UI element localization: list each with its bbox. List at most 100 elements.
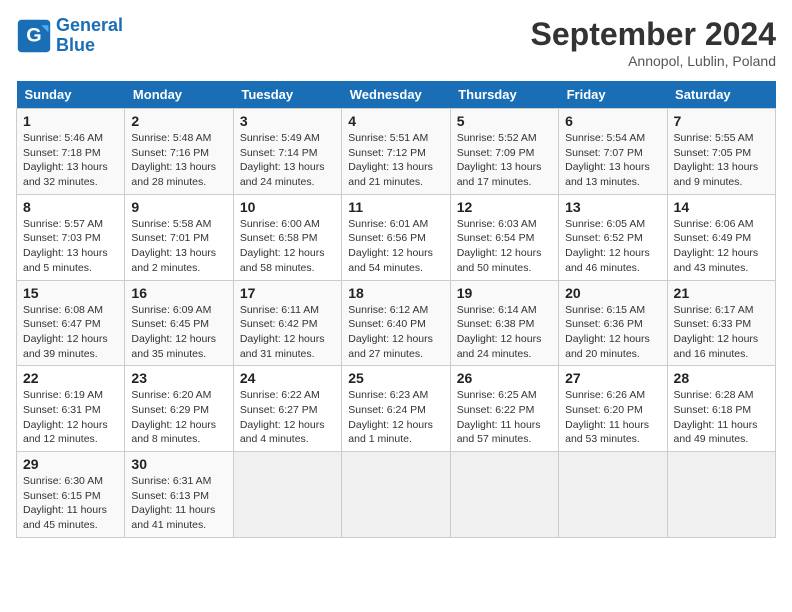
day-number: 15 bbox=[23, 285, 118, 301]
calendar-cell: 14Sunrise: 6:06 AM Sunset: 6:49 PM Dayli… bbox=[667, 194, 775, 280]
day-info: Sunrise: 6:05 AM Sunset: 6:52 PM Dayligh… bbox=[565, 217, 660, 276]
col-thursday: Thursday bbox=[450, 81, 558, 109]
day-info: Sunrise: 6:20 AM Sunset: 6:29 PM Dayligh… bbox=[131, 388, 226, 447]
day-info: Sunrise: 6:15 AM Sunset: 6:36 PM Dayligh… bbox=[565, 303, 660, 362]
day-number: 29 bbox=[23, 456, 118, 472]
calendar-cell: 19 Sunrise: 6:14 AM Sunset: 6:38 PM Dayli… bbox=[450, 280, 558, 366]
day-number: 14 bbox=[674, 199, 769, 215]
calendar-week-row: 15 Sunrise: 6:08 AM Sunset: 6:47 PM Dayli… bbox=[17, 280, 776, 366]
calendar-cell: 24 Sunrise: 6:22 AM Sunset: 6:27 PM Dayli… bbox=[233, 366, 341, 452]
day-info: Sunrise: 5:55 AM Sunset: 7:05 PM Dayligh… bbox=[674, 131, 769, 190]
day-info: Sunrise: 5:46 AM Sunset: 7:18 PM Dayligh… bbox=[23, 131, 118, 190]
day-number: 3 bbox=[240, 113, 335, 129]
calendar-cell: 28 Sunrise: 6:28 AM Sunset: 6:18 PM Dayli… bbox=[667, 366, 775, 452]
calendar-week-row: 1 Sunrise: 5:46 AM Sunset: 7:18 PM Daylig… bbox=[17, 109, 776, 195]
day-number: 1 bbox=[23, 113, 118, 129]
day-number: 28 bbox=[674, 370, 769, 386]
day-info: Sunrise: 6:28 AM Sunset: 6:18 PM Dayligh… bbox=[674, 388, 769, 447]
day-number: 11 bbox=[348, 199, 443, 215]
col-saturday: Saturday bbox=[667, 81, 775, 109]
logo-icon: G bbox=[16, 18, 52, 54]
day-number: 16 bbox=[131, 285, 226, 301]
day-number: 10 bbox=[240, 199, 335, 215]
calendar-week-row: 8 Sunrise: 5:57 AM Sunset: 7:03 PM Daylig… bbox=[17, 194, 776, 280]
calendar-cell bbox=[559, 452, 667, 538]
col-sunday: Sunday bbox=[17, 81, 125, 109]
calendar-cell: 3 Sunrise: 5:49 AM Sunset: 7:14 PM Daylig… bbox=[233, 109, 341, 195]
calendar-cell: 16 Sunrise: 6:09 AM Sunset: 6:45 PM Dayli… bbox=[125, 280, 233, 366]
day-info: Sunrise: 5:57 AM Sunset: 7:03 PM Dayligh… bbox=[23, 217, 118, 276]
calendar-cell: 13 Sunrise: 6:05 AM Sunset: 6:52 PM Dayli… bbox=[559, 194, 667, 280]
calendar-cell: 11 Sunrise: 6:01 AM Sunset: 6:56 PM Dayli… bbox=[342, 194, 450, 280]
day-number: 24 bbox=[240, 370, 335, 386]
day-info: Sunrise: 5:58 AM Sunset: 7:01 PM Dayligh… bbox=[131, 217, 226, 276]
day-info: Sunrise: 6:01 AM Sunset: 6:56 PM Dayligh… bbox=[348, 217, 443, 276]
logo-line2: Blue bbox=[56, 35, 95, 55]
day-info: Sunrise: 5:52 AM Sunset: 7:09 PM Dayligh… bbox=[457, 131, 552, 190]
day-number: 2 bbox=[131, 113, 226, 129]
day-number: 25 bbox=[348, 370, 443, 386]
calendar-week-row: 29 Sunrise: 6:30 AM Sunset: 6:15 PM Dayli… bbox=[17, 452, 776, 538]
calendar-cell: 4 Sunrise: 5:51 AM Sunset: 7:12 PM Daylig… bbox=[342, 109, 450, 195]
calendar-cell bbox=[342, 452, 450, 538]
day-number: 27 bbox=[565, 370, 660, 386]
calendar-cell: 26Sunrise: 6:25 AM Sunset: 6:22 PM Dayli… bbox=[450, 366, 558, 452]
day-number: 20 bbox=[565, 285, 660, 301]
day-number: 13 bbox=[565, 199, 660, 215]
calendar-cell: 5 Sunrise: 5:52 AM Sunset: 7:09 PM Daylig… bbox=[450, 109, 558, 195]
calendar-week-row: 22 Sunrise: 6:19 AM Sunset: 6:31 PM Dayli… bbox=[17, 366, 776, 452]
day-info: Sunrise: 6:14 AM Sunset: 6:38 PM Dayligh… bbox=[457, 303, 552, 362]
day-info: Sunrise: 6:17 AM Sunset: 6:33 PM Dayligh… bbox=[674, 303, 769, 362]
calendar-header-row: Sunday Monday Tuesday Wednesday Thursday… bbox=[17, 81, 776, 109]
calendar-cell: 15 Sunrise: 6:08 AM Sunset: 6:47 PM Dayli… bbox=[17, 280, 125, 366]
day-number: 21 bbox=[674, 285, 769, 301]
svg-text:G: G bbox=[26, 24, 41, 46]
title-block: September 2024 Annopol, Lublin, Poland bbox=[531, 16, 776, 69]
day-info: Sunrise: 6:11 AM Sunset: 6:42 PM Dayligh… bbox=[240, 303, 335, 362]
calendar-table: Sunday Monday Tuesday Wednesday Thursday… bbox=[16, 81, 776, 538]
day-number: 30 bbox=[131, 456, 226, 472]
day-info: Sunrise: 6:22 AM Sunset: 6:27 PM Dayligh… bbox=[240, 388, 335, 447]
calendar-cell bbox=[450, 452, 558, 538]
day-info: Sunrise: 6:08 AM Sunset: 6:47 PM Dayligh… bbox=[23, 303, 118, 362]
col-monday: Monday bbox=[125, 81, 233, 109]
calendar-cell: 22 Sunrise: 6:19 AM Sunset: 6:31 PM Dayli… bbox=[17, 366, 125, 452]
logo-line1: General bbox=[56, 15, 123, 35]
day-number: 19 bbox=[457, 285, 552, 301]
calendar-cell: 9Sunrise: 5:58 AM Sunset: 7:01 PM Daylig… bbox=[125, 194, 233, 280]
calendar-cell: 18Sunrise: 6:12 AM Sunset: 6:40 PM Dayli… bbox=[342, 280, 450, 366]
day-number: 4 bbox=[348, 113, 443, 129]
day-info: Sunrise: 6:31 AM Sunset: 6:13 PM Dayligh… bbox=[131, 474, 226, 533]
day-number: 23 bbox=[131, 370, 226, 386]
day-info: Sunrise: 5:51 AM Sunset: 7:12 PM Dayligh… bbox=[348, 131, 443, 190]
day-info: Sunrise: 6:30 AM Sunset: 6:15 PM Dayligh… bbox=[23, 474, 118, 533]
day-info: Sunrise: 5:48 AM Sunset: 7:16 PM Dayligh… bbox=[131, 131, 226, 190]
calendar-cell: 8 Sunrise: 5:57 AM Sunset: 7:03 PM Daylig… bbox=[17, 194, 125, 280]
day-info: Sunrise: 6:25 AM Sunset: 6:22 PM Dayligh… bbox=[457, 388, 552, 447]
day-info: Sunrise: 6:00 AM Sunset: 6:58 PM Dayligh… bbox=[240, 217, 335, 276]
calendar-cell: 1 Sunrise: 5:46 AM Sunset: 7:18 PM Daylig… bbox=[17, 109, 125, 195]
col-friday: Friday bbox=[559, 81, 667, 109]
calendar-cell: 30 Sunrise: 6:31 AM Sunset: 6:13 PM Dayli… bbox=[125, 452, 233, 538]
day-info: Sunrise: 6:09 AM Sunset: 6:45 PM Dayligh… bbox=[131, 303, 226, 362]
calendar-cell: 12Sunrise: 6:03 AM Sunset: 6:54 PM Dayli… bbox=[450, 194, 558, 280]
day-info: Sunrise: 6:26 AM Sunset: 6:20 PM Dayligh… bbox=[565, 388, 660, 447]
col-tuesday: Tuesday bbox=[233, 81, 341, 109]
col-wednesday: Wednesday bbox=[342, 81, 450, 109]
day-number: 5 bbox=[457, 113, 552, 129]
calendar-cell: 29 Sunrise: 6:30 AM Sunset: 6:15 PM Dayli… bbox=[17, 452, 125, 538]
calendar-cell bbox=[667, 452, 775, 538]
day-number: 8 bbox=[23, 199, 118, 215]
day-info: Sunrise: 5:49 AM Sunset: 7:14 PM Dayligh… bbox=[240, 131, 335, 190]
calendar-cell bbox=[233, 452, 341, 538]
calendar-cell: 7Sunrise: 5:55 AM Sunset: 7:05 PM Daylig… bbox=[667, 109, 775, 195]
calendar-cell: 23 Sunrise: 6:20 AM Sunset: 6:29 PM Dayli… bbox=[125, 366, 233, 452]
day-info: Sunrise: 6:19 AM Sunset: 6:31 PM Dayligh… bbox=[23, 388, 118, 447]
calendar-cell: 6Sunrise: 5:54 AM Sunset: 7:07 PM Daylig… bbox=[559, 109, 667, 195]
day-number: 6 bbox=[565, 113, 660, 129]
calendar-cell: 17Sunrise: 6:11 AM Sunset: 6:42 PM Dayli… bbox=[233, 280, 341, 366]
day-number: 22 bbox=[23, 370, 118, 386]
calendar-cell: 10 Sunrise: 6:00 AM Sunset: 6:58 PM Dayli… bbox=[233, 194, 341, 280]
day-info: Sunrise: 6:03 AM Sunset: 6:54 PM Dayligh… bbox=[457, 217, 552, 276]
location-subtitle: Annopol, Lublin, Poland bbox=[531, 53, 776, 69]
